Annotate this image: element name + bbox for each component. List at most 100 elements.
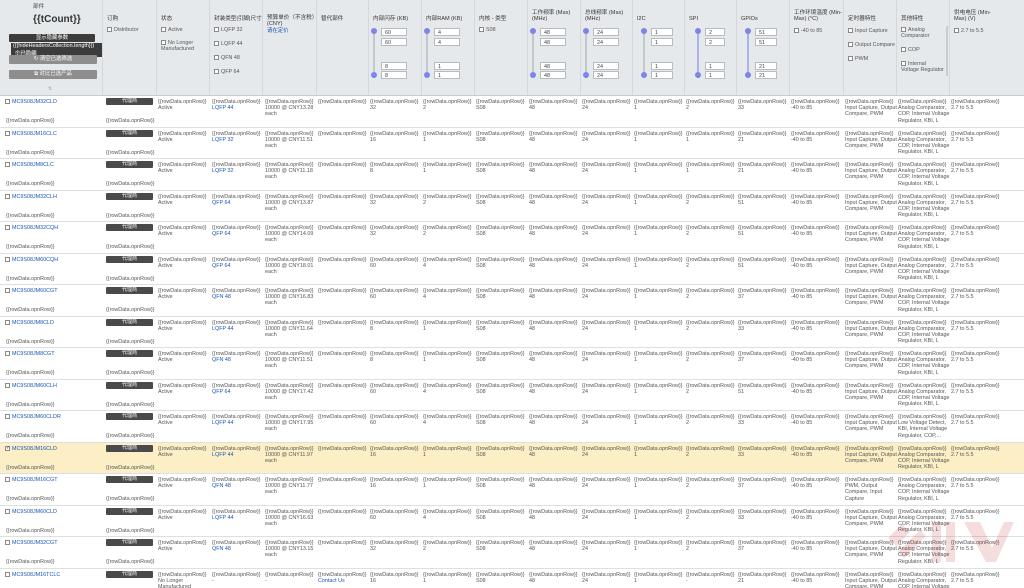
spi-max-field[interactable]: 2 (705, 28, 725, 36)
filter-pkg-0[interactable]: LQFP 32 (214, 27, 242, 33)
filter-pkg-3[interactable]: QFP 64 (214, 69, 239, 75)
reset-filter-button[interactable]: ↻ 清空已选筛选 (9, 55, 97, 64)
distributor-button[interactable]: 代理商 (106, 224, 153, 231)
checkbox-icon[interactable] (794, 28, 799, 34)
filter-other-2[interactable]: Internal Voltage Regulator (901, 61, 945, 73)
distributor-button[interactable]: 代理商 (106, 255, 153, 263)
pkg-value[interactable]: LQFP 32 (212, 137, 262, 143)
table-row[interactable]: MC9S08JM8CLC {{rowData.opnRow}} 代理商 {{rowDa… (0, 159, 1024, 191)
spi-max-input[interactable]: 2 (705, 38, 725, 46)
slider-handle-min[interactable] (641, 72, 647, 78)
i2c-min-field[interactable]: 1 (651, 71, 673, 79)
distributor-button[interactable]: 代理商 (106, 507, 153, 515)
filter-status-active[interactable]: Active (161, 27, 183, 33)
ram-max-field[interactable]: 4 (434, 28, 460, 36)
distributor-button[interactable]: 代理商 (106, 192, 153, 200)
distributor-button[interactable]: 代理商 (106, 539, 153, 546)
freq-min-field[interactable]: 48 (540, 71, 566, 79)
filter-supply[interactable]: 2.7 to 5.5 (954, 28, 983, 34)
part-number-link[interactable]: MC9S08JM8CLC (12, 162, 54, 168)
i2c-min-input[interactable]: 1 (651, 62, 673, 70)
flash-min-input[interactable]: 8 (381, 62, 407, 70)
distributor-button[interactable]: 代理商 (106, 381, 153, 389)
similar-value[interactable]: Contact Us (318, 578, 368, 584)
part-number-link[interactable]: MC9S08JM60CLDR (12, 414, 61, 420)
table-row[interactable]: MC9S08JM32CGT {{rowData.opnRow}} 代理商 {{rowD… (0, 537, 1024, 569)
row-select-checkbox[interactable] (5, 508, 10, 514)
slider-handle-min[interactable] (745, 72, 751, 78)
row-select-checkbox[interactable] (5, 193, 10, 199)
gpio-max-field[interactable]: 51 (755, 28, 777, 36)
table-row[interactable]: MC9S08JM16CLC {{rowData.opnRow}} 代理商 {{rowD… (0, 128, 1024, 159)
flash-max-field[interactable]: 60 (381, 28, 407, 36)
checkbox-icon[interactable] (901, 27, 906, 33)
distributor-button[interactable]: 代理商 (106, 129, 153, 137)
pkg-value[interactable]: QFN 48 (212, 294, 262, 300)
filter-scrollbar[interactable] (946, 26, 948, 76)
slider-handle-max[interactable] (583, 28, 589, 34)
filter-pkg-1[interactable]: LQFP 44 (214, 41, 242, 47)
freq-max-input[interactable]: 48 (540, 38, 566, 46)
checkbox-icon[interactable] (214, 55, 219, 61)
checkbox-icon[interactable] (848, 56, 853, 62)
table-row[interactable]: MC9S08JM16TCLC {{rowData.opnRow}} 代理商 {{row… (0, 569, 1024, 588)
checkbox-icon[interactable] (901, 61, 906, 67)
distributor-button[interactable]: 代理商 (106, 161, 153, 168)
flash-min-field[interactable]: 8 (381, 71, 407, 79)
row-select-checkbox[interactable] (5, 382, 10, 388)
filter-other-1[interactable]: COP (901, 47, 920, 53)
row-select-checkbox[interactable] (5, 540, 10, 546)
row-select-checkbox[interactable] (5, 445, 10, 451)
pkg-value[interactable]: QFP 64 (212, 200, 262, 206)
part-number-link[interactable]: MC9S08JM32CQH (12, 225, 58, 231)
filter-status-nlm[interactable]: No Longer Manufactured (161, 40, 207, 52)
checkbox-icon[interactable] (848, 28, 853, 34)
checkbox-icon[interactable] (901, 47, 906, 53)
distributor-button[interactable]: 代理商 (106, 413, 153, 420)
pkg-value[interactable]: QFP 64 (212, 389, 262, 395)
checkbox-icon[interactable] (161, 40, 166, 46)
table-row[interactable]: MC9S08JM60CGT {{rowData.opnRow}} 代理商 {{rowD… (0, 285, 1024, 317)
row-select-checkbox[interactable] (5, 288, 10, 294)
part-number-link[interactable]: MC9S08JM60CLD (12, 509, 57, 515)
distributor-button[interactable]: 代理商 (106, 444, 153, 452)
checkbox-icon[interactable] (214, 27, 219, 33)
checkbox-icon[interactable] (161, 27, 166, 33)
checkbox-icon[interactable] (107, 27, 112, 33)
part-number-link[interactable]: MC9S08JM60CQH (12, 257, 58, 263)
row-select-checkbox[interactable] (5, 351, 10, 357)
part-number-link[interactable]: MC9S08JM32CLH (12, 194, 57, 200)
row-select-checkbox[interactable] (5, 256, 10, 262)
part-number-link[interactable]: MC9S08JM8CLD (12, 320, 54, 326)
bus-min-input[interactable]: 24 (593, 62, 619, 70)
filter-timer-0[interactable]: Input Capture (848, 28, 888, 34)
slider-handle-min[interactable] (424, 72, 430, 78)
checkbox-icon[interactable] (214, 41, 219, 47)
pkg-value[interactable]: QFN 48 (212, 546, 262, 552)
spi-min-input[interactable]: 1 (705, 62, 725, 70)
filter-core-s08[interactable]: S08 (479, 27, 496, 33)
slider-handle-min[interactable] (695, 72, 701, 78)
gpio-max-input[interactable]: 51 (755, 38, 777, 46)
distributor-button[interactable]: 代理商 (106, 476, 153, 483)
part-number-link[interactable]: MC9S08JM60CLH (12, 383, 57, 389)
table-row[interactable]: MC9S08JM60CQH {{rowData.opnRow}} 代理商 {{rowD… (0, 254, 1024, 285)
distributor-button[interactable]: 代理商 (106, 570, 153, 578)
pkg-value[interactable]: LQFP 44 (212, 515, 262, 521)
part-number-link[interactable]: MC9S08JM16CLD (12, 446, 57, 452)
table-row[interactable]: MC9S08JM32CLH {{rowData.opnRow}} 代理商 {{rowD… (0, 191, 1024, 222)
pkg-value[interactable]: QFP 64 (212, 263, 262, 269)
filter-timer-2[interactable]: PWM (848, 56, 868, 62)
checkbox-icon[interactable] (479, 27, 484, 33)
bus-max-input[interactable]: 24 (593, 38, 619, 46)
freq-max-field[interactable]: 48 (540, 28, 566, 36)
slider-handle-max[interactable] (424, 28, 430, 34)
flash-max-input[interactable]: 60 (381, 38, 407, 46)
row-select-checkbox[interactable] (5, 319, 10, 325)
row-select-checkbox[interactable] (5, 414, 10, 420)
pkg-value[interactable]: LQFP 44 (212, 326, 262, 332)
part-number-link[interactable]: MC9S08JM16CLC (12, 131, 57, 137)
pkg-value[interactable]: LQFP 44 (212, 105, 262, 111)
pkg-value[interactable]: QFN 48 (212, 483, 262, 489)
bus-max-field[interactable]: 24 (593, 28, 619, 36)
